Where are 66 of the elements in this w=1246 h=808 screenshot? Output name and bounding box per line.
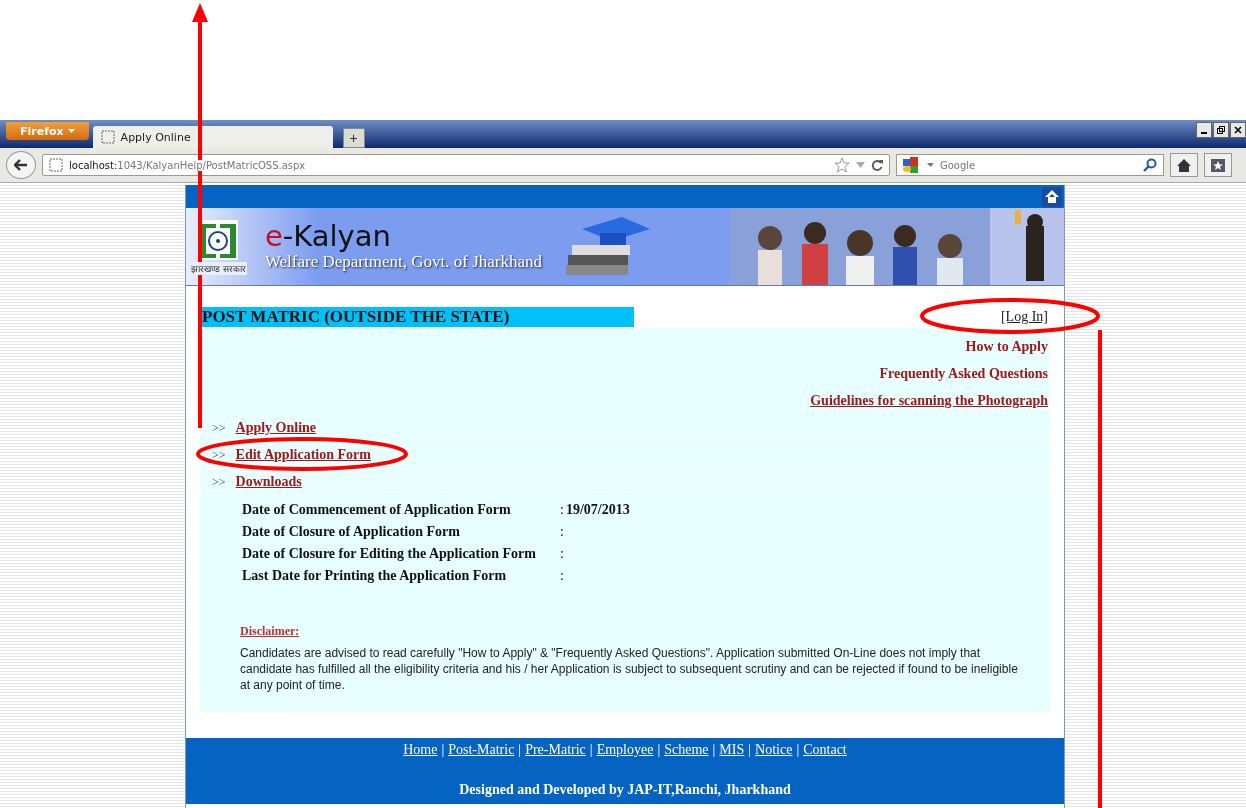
footer-link[interactable]: Scheme bbox=[664, 742, 709, 758]
credit-text: Designed and Developed by JAP-IT,Ranchi, Jharkhand bbox=[459, 782, 791, 798]
bookmark-star-icon bbox=[1211, 158, 1225, 172]
link-divider: | bbox=[712, 742, 716, 758]
footer-link[interactable]: MIS bbox=[719, 742, 745, 758]
footer-link[interactable]: Employee bbox=[596, 742, 654, 758]
footer-link[interactable]: Post-Matric bbox=[448, 742, 515, 758]
search-field[interactable]: Google bbox=[896, 154, 1164, 176]
footer-link[interactable]: Pre-Matric bbox=[525, 742, 586, 758]
page-icon bbox=[100, 130, 115, 144]
url-text: localhost:1043/KalyanHelp/PostMatricOSS.aspx bbox=[69, 159, 306, 171]
home-icon bbox=[1177, 158, 1191, 172]
minimize-icon[interactable] bbox=[1196, 122, 1212, 138]
logo-caption: झारखण्ड सरकार bbox=[190, 262, 247, 275]
footer-link[interactable]: Home bbox=[403, 742, 438, 758]
separator-colon: : bbox=[560, 502, 564, 518]
close-icon[interactable] bbox=[1230, 122, 1246, 138]
tab-title: Apply Online bbox=[120, 130, 191, 144]
back-button[interactable] bbox=[6, 151, 36, 179]
menu-link[interactable]: Edit Application Form bbox=[235, 447, 371, 463]
help-link[interactable]: How to Apply bbox=[965, 339, 1048, 355]
home-up-icon[interactable] bbox=[1042, 186, 1062, 207]
help-link[interactable]: Guidelines for scanning the Photograph bbox=[810, 393, 1048, 409]
login-link[interactable]: [Log In] bbox=[1000, 309, 1048, 325]
separator-colon: : bbox=[560, 524, 564, 540]
reload-icon[interactable] bbox=[871, 159, 883, 171]
browser-tab[interactable]: Apply Online bbox=[92, 126, 333, 148]
link-divider: | bbox=[441, 742, 445, 758]
menu-link[interactable]: Downloads bbox=[235, 474, 302, 490]
footer-link[interactable]: Notice bbox=[755, 742, 793, 758]
disclaimer-text: Candidates are advised to read carefully "How to Apply" & "Frequently Asked Questions". Application submitted On-Line does not imply that candidate has fulfilled all the eligibility criteria and his / her Application is subject to subsequent scrutiny and can be rejected if found to be ineligible at any point of time. bbox=[240, 645, 1019, 694]
link-divider: | bbox=[796, 742, 800, 758]
date-label: Date of Closure of Application Form bbox=[242, 524, 461, 540]
link-divider: | bbox=[748, 742, 752, 758]
date-label: Date of Closure for Editing the Application Form bbox=[242, 546, 537, 562]
date-label: Date of Commencement of Application Form bbox=[242, 502, 512, 518]
bullet-marker: >> bbox=[212, 474, 226, 490]
restore-icon[interactable] bbox=[1213, 122, 1229, 138]
back-arrow-icon bbox=[14, 159, 28, 171]
help-link[interactable]: Frequently Asked Questions bbox=[879, 366, 1048, 382]
link-divider: | bbox=[518, 742, 522, 758]
disclaimer-heading: Disclaimer: bbox=[240, 624, 301, 639]
menu-link[interactable]: Apply Online bbox=[235, 420, 317, 436]
date-label: Last Date for Printing the Application Form bbox=[242, 568, 508, 584]
home-button[interactable] bbox=[1170, 153, 1198, 177]
search-placeholder: Google bbox=[940, 159, 976, 171]
new-tab-button[interactable]: + bbox=[342, 128, 365, 148]
site-subtitle: Welfare Department, Govt. of Jharkhand bbox=[264, 252, 542, 273]
site-title: e-Kalyan bbox=[264, 220, 392, 253]
link-divider: | bbox=[657, 742, 661, 758]
page-icon bbox=[49, 158, 63, 172]
footer-link[interactable]: Contact bbox=[803, 742, 847, 758]
search-icon[interactable] bbox=[1143, 158, 1157, 172]
caret-icon bbox=[67, 129, 75, 133]
link-divider: | bbox=[589, 742, 593, 758]
star-icon[interactable] bbox=[834, 157, 850, 173]
date-value: 19/07/2013 bbox=[565, 502, 630, 518]
separator-colon: : bbox=[560, 568, 564, 584]
bullet-marker: >> bbox=[212, 447, 226, 463]
separator-colon: : bbox=[560, 546, 564, 562]
section-title: POST MATRIC (OUTSIDE THE STATE) bbox=[200, 307, 634, 327]
bullet-marker: >> bbox=[212, 420, 226, 436]
address-field[interactable]: localhost:1043/KalyanHelp/PostMatricOSS.aspx bbox=[42, 154, 890, 176]
bookmarks-button[interactable] bbox=[1204, 153, 1232, 177]
google-icon bbox=[903, 157, 921, 173]
caret-icon bbox=[927, 163, 934, 167]
